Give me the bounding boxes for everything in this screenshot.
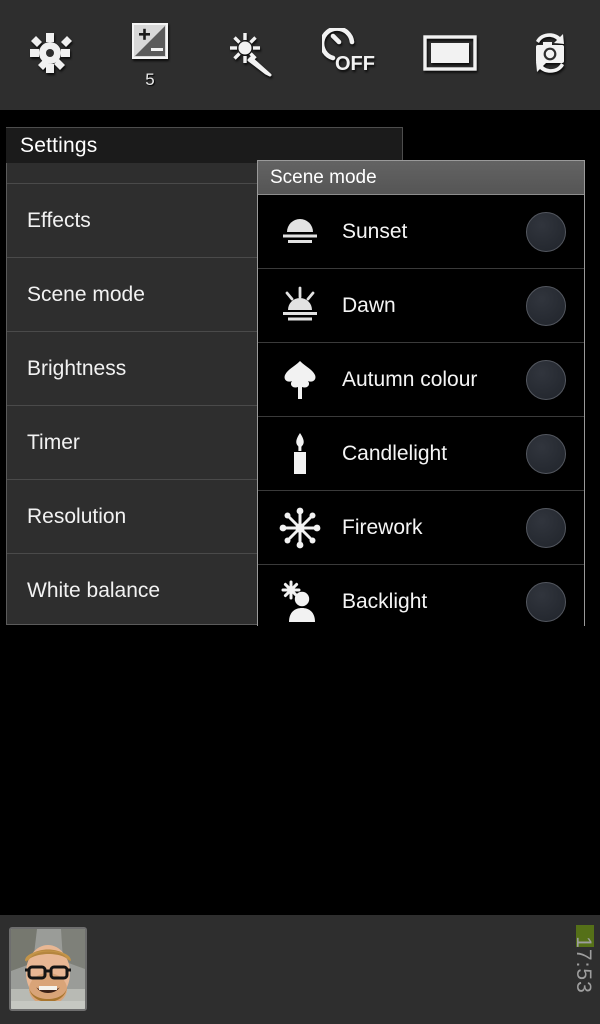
effects-button[interactable] bbox=[213, 12, 287, 98]
sidebar-item-brightness[interactable]: Brightness bbox=[7, 332, 259, 406]
status-clock-area: 17:53 bbox=[568, 915, 598, 1024]
radio-button[interactable] bbox=[526, 359, 566, 400]
sidebar-item-label: White balance bbox=[27, 579, 161, 602]
resolution-button[interactable] bbox=[413, 12, 487, 98]
timer-off-icon: OFF bbox=[319, 25, 378, 83]
svg-text:OFF: OFF bbox=[335, 53, 375, 75]
sidebar-item-scene-mode[interactable]: Scene mode bbox=[7, 258, 259, 332]
dawn-icon bbox=[272, 286, 328, 326]
camera-app-screen: 5 OFF Effects Scene mode Brightness Time… bbox=[0, 0, 600, 1024]
scene-option-candlelight[interactable]: Candlelight bbox=[258, 417, 584, 491]
sidebar-item-effects[interactable]: Effects bbox=[7, 184, 259, 258]
sidebar-item-label: Timer bbox=[27, 431, 80, 454]
scene-mode-dialog: Scene mode Sunset Dawn Autumn colour Can… bbox=[257, 160, 585, 639]
sidebar-item-timer[interactable]: Timer bbox=[7, 406, 259, 480]
exposure-button[interactable]: 5 bbox=[113, 12, 187, 98]
candle-icon bbox=[272, 431, 328, 477]
dialog-title: Scene mode bbox=[270, 166, 377, 188]
frame-icon bbox=[423, 34, 477, 77]
sidebar-item-label: Resolution bbox=[27, 505, 127, 528]
bottom-bar: 17:53 bbox=[0, 915, 600, 1024]
gear-icon bbox=[26, 29, 74, 82]
scene-option-sunset[interactable]: Sunset bbox=[258, 195, 584, 269]
sidebar-item-resolution[interactable]: Resolution bbox=[7, 480, 259, 554]
settings-panel-header: Settings bbox=[6, 127, 403, 163]
top-toolbar: 5 OFF bbox=[0, 0, 600, 110]
settings-button[interactable] bbox=[13, 12, 87, 98]
scene-option-autumn-colour[interactable]: Autumn colour bbox=[258, 343, 584, 417]
magic-wand-icon bbox=[226, 29, 274, 82]
radio-button[interactable] bbox=[526, 211, 566, 252]
timer-button[interactable]: OFF OFF bbox=[313, 12, 387, 98]
radio-button[interactable] bbox=[526, 433, 566, 474]
scene-option-dawn[interactable]: Dawn bbox=[258, 269, 584, 343]
switch-camera-button[interactable] bbox=[513, 12, 587, 98]
scene-option-label: Dawn bbox=[342, 293, 396, 317]
switch-camera-icon bbox=[522, 27, 578, 84]
radio-button[interactable] bbox=[526, 507, 566, 548]
sidebar-item-label: Effects bbox=[27, 209, 91, 232]
page-title: Settings bbox=[20, 133, 98, 157]
firework-icon bbox=[272, 506, 328, 550]
radio-button[interactable] bbox=[526, 285, 566, 326]
settings-panel: Shooting mode Effects Scene mode Brightn… bbox=[6, 127, 260, 625]
sidebar-item-white-balance[interactable]: White balance bbox=[7, 554, 259, 624]
sidebar-item-label: Scene mode bbox=[27, 283, 145, 306]
sunset-icon bbox=[272, 215, 328, 249]
scene-mode-dialog-header: Scene mode bbox=[258, 161, 584, 195]
scene-option-label: Firework bbox=[342, 515, 423, 539]
exposure-value-label: 5 bbox=[145, 70, 155, 89]
scene-option-label: Backlight bbox=[342, 590, 428, 613]
last-photo-thumbnail[interactable] bbox=[9, 927, 87, 1011]
scene-option-label: Autumn colour bbox=[342, 367, 478, 391]
radio-button[interactable] bbox=[526, 582, 566, 622]
clock-label: 17:53 bbox=[572, 936, 595, 994]
scene-option-firework[interactable]: Firework bbox=[258, 491, 584, 565]
sidebar-item-label: Brightness bbox=[27, 357, 127, 380]
leaf-icon bbox=[272, 359, 328, 401]
scene-option-label: Sunset bbox=[342, 219, 408, 243]
scene-option-label: Candlelight bbox=[342, 441, 448, 465]
settings-list: Shooting mode Effects Scene mode Brightn… bbox=[7, 128, 259, 624]
backlight-person-icon bbox=[272, 580, 328, 624]
exposure-compensation-icon bbox=[129, 22, 171, 69]
scene-option-backlight[interactable]: Backlight bbox=[258, 565, 584, 639]
